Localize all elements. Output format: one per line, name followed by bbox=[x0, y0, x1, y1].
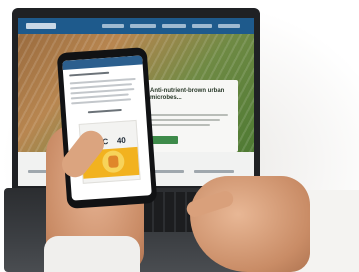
product-logo-core bbox=[107, 155, 119, 168]
nav-item bbox=[218, 24, 240, 28]
hero-card: Anti-nutrient-brown urban microbes... bbox=[142, 80, 238, 152]
left-sleeve bbox=[44, 236, 140, 272]
nav-item bbox=[162, 24, 186, 28]
website-navbar bbox=[18, 18, 254, 34]
footer-text bbox=[194, 170, 234, 173]
nav-item bbox=[130, 24, 156, 28]
hero-text-line bbox=[150, 124, 210, 126]
phone-screen: UREC 40 bbox=[62, 55, 152, 201]
photo-scene: Anti-nutrient-brown urban microbes... 40 bbox=[0, 0, 359, 272]
website-logo bbox=[26, 23, 56, 29]
phone-text-line bbox=[87, 108, 122, 114]
nav-item bbox=[102, 24, 124, 28]
hero-text-line bbox=[150, 119, 220, 121]
phone-header-bar bbox=[62, 55, 143, 70]
nav-item bbox=[192, 24, 212, 28]
phone-text-line bbox=[71, 98, 132, 105]
smartphone: UREC 40 bbox=[56, 47, 158, 209]
product-number: 40 bbox=[116, 135, 127, 146]
hero-cta-button bbox=[150, 136, 178, 144]
hero-title: Anti-nutrient-brown urban microbes... bbox=[150, 88, 225, 101]
phone-text-line bbox=[69, 71, 110, 77]
hero-text-line bbox=[150, 114, 228, 116]
